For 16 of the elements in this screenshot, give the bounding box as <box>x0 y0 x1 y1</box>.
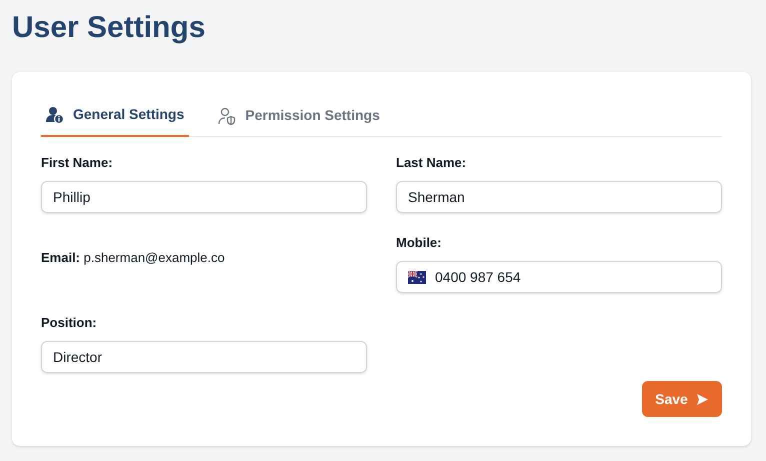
flag-icon <box>408 270 426 284</box>
input-field[interactable]: Sherman <box>396 181 722 213</box>
user-info-icon <box>46 106 64 124</box>
field-label: Position: <box>41 315 97 331</box>
phone-field[interactable]: 0400 987 654 <box>396 261 722 293</box>
send-icon <box>696 392 709 406</box>
field-label: First Name: <box>41 155 113 171</box>
settings-tab[interactable]: General Settings <box>41 94 190 137</box>
field-label: Last Name: <box>396 155 466 171</box>
settings-tab[interactable]: Permission Settings <box>213 94 385 137</box>
page-title: User Settings <box>12 10 206 46</box>
input-field[interactable]: Phillip <box>41 181 367 213</box>
input-field[interactable]: Director <box>41 341 367 373</box>
email-text: Email: p.sherman@example.co <box>41 249 225 267</box>
user-shield-icon <box>218 106 236 124</box>
field-label: Mobile: <box>396 235 442 251</box>
